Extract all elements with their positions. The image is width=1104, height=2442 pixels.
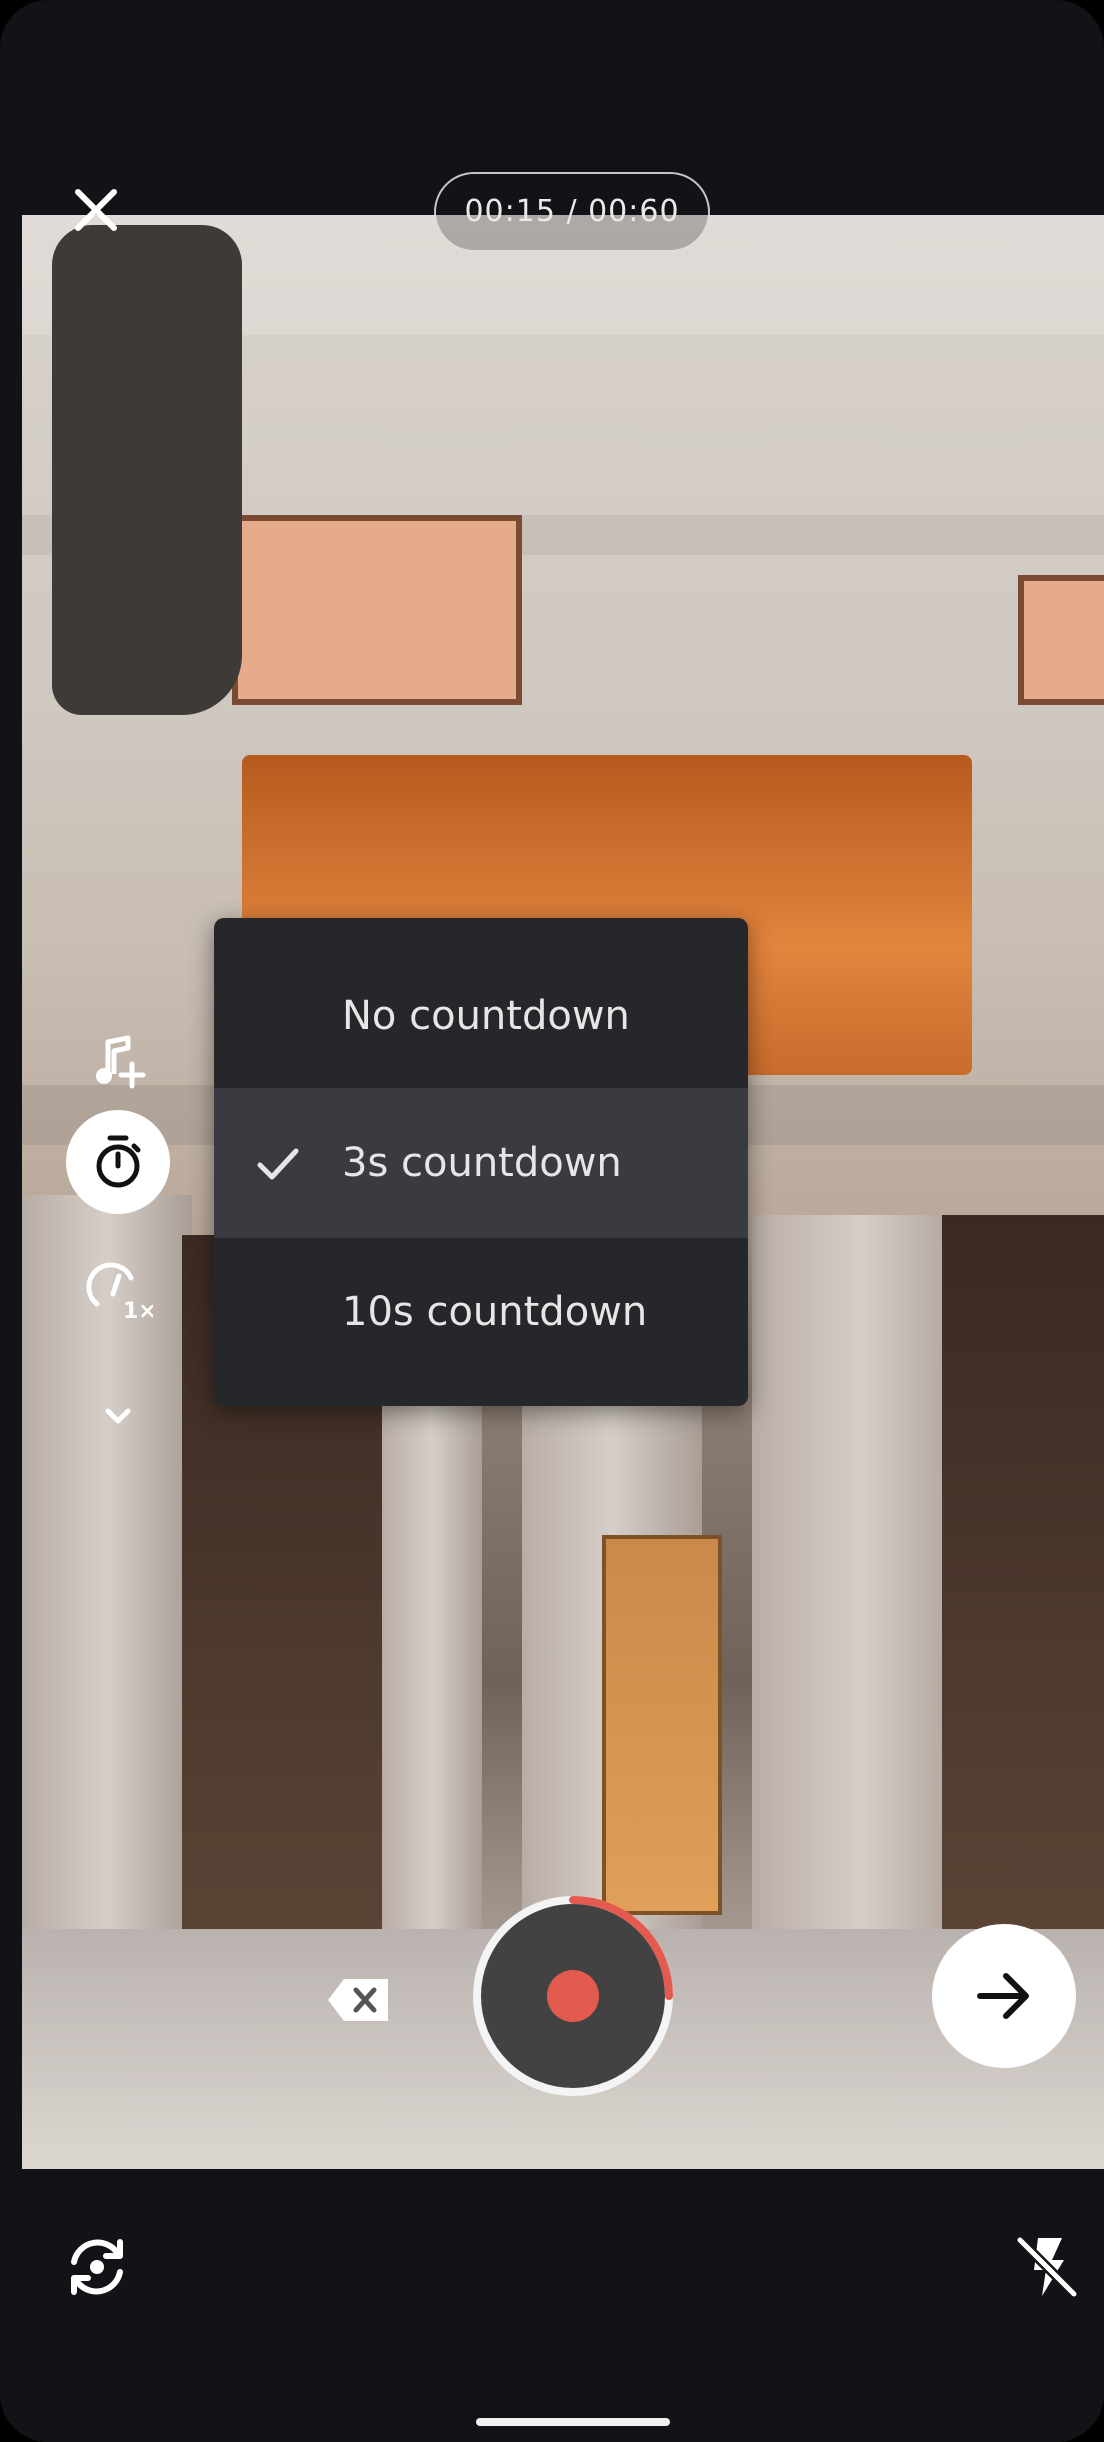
backspace-icon (328, 1979, 388, 2021)
kiosk (602, 1535, 722, 1915)
add-music-button[interactable] (66, 1010, 170, 1114)
doorway (942, 1215, 1104, 1935)
window (1018, 575, 1104, 705)
arrow-right-icon (977, 1973, 1029, 2019)
menu-item-label: No countdown (342, 993, 630, 1039)
checkmark-icon (257, 1148, 299, 1180)
home-indicator (476, 2418, 670, 2426)
flash-toggle-button[interactable] (1012, 2232, 1082, 2302)
close-icon (75, 189, 117, 231)
speed-button[interactable]: 1× (66, 1240, 170, 1344)
window (232, 515, 522, 705)
svg-text:1×: 1× (123, 1299, 153, 1324)
camera-screen: 00:15 / 00:60 1× No countdown 3s countdo… (0, 0, 1104, 2442)
timer-icon (96, 1135, 141, 1188)
next-button[interactable] (932, 1924, 1076, 2068)
timer-button[interactable] (66, 1110, 170, 1214)
record-button[interactable] (470, 1893, 676, 2099)
speed-1x-icon: 1× (86, 1262, 153, 1324)
music-add-icon (96, 1035, 146, 1089)
flash-off-icon (1015, 2235, 1079, 2299)
record-dot (547, 1970, 599, 2022)
column (752, 1215, 972, 1945)
menu-item-3s-countdown[interactable]: 3s countdown (214, 1088, 748, 1238)
menu-item-10s-countdown[interactable]: 10s countdown (214, 1238, 748, 1386)
menu-item-no-countdown[interactable]: No countdown (214, 918, 748, 1088)
delete-clip-button[interactable] (326, 1975, 392, 2025)
more-tools-button[interactable] (66, 1365, 170, 1469)
menu-item-label: 3s countdown (342, 1140, 622, 1186)
flip-camera-button[interactable] (62, 2232, 132, 2302)
recording-timer: 00:15 / 00:60 (434, 172, 710, 252)
statue (52, 225, 242, 715)
camera-flip-icon (71, 2239, 123, 2295)
chevron-down-icon (105, 1408, 131, 1424)
close-button[interactable] (66, 180, 126, 240)
menu-item-label: 10s countdown (342, 1289, 648, 1335)
countdown-menu: No countdown 3s countdown 10s countdown (214, 918, 748, 1406)
